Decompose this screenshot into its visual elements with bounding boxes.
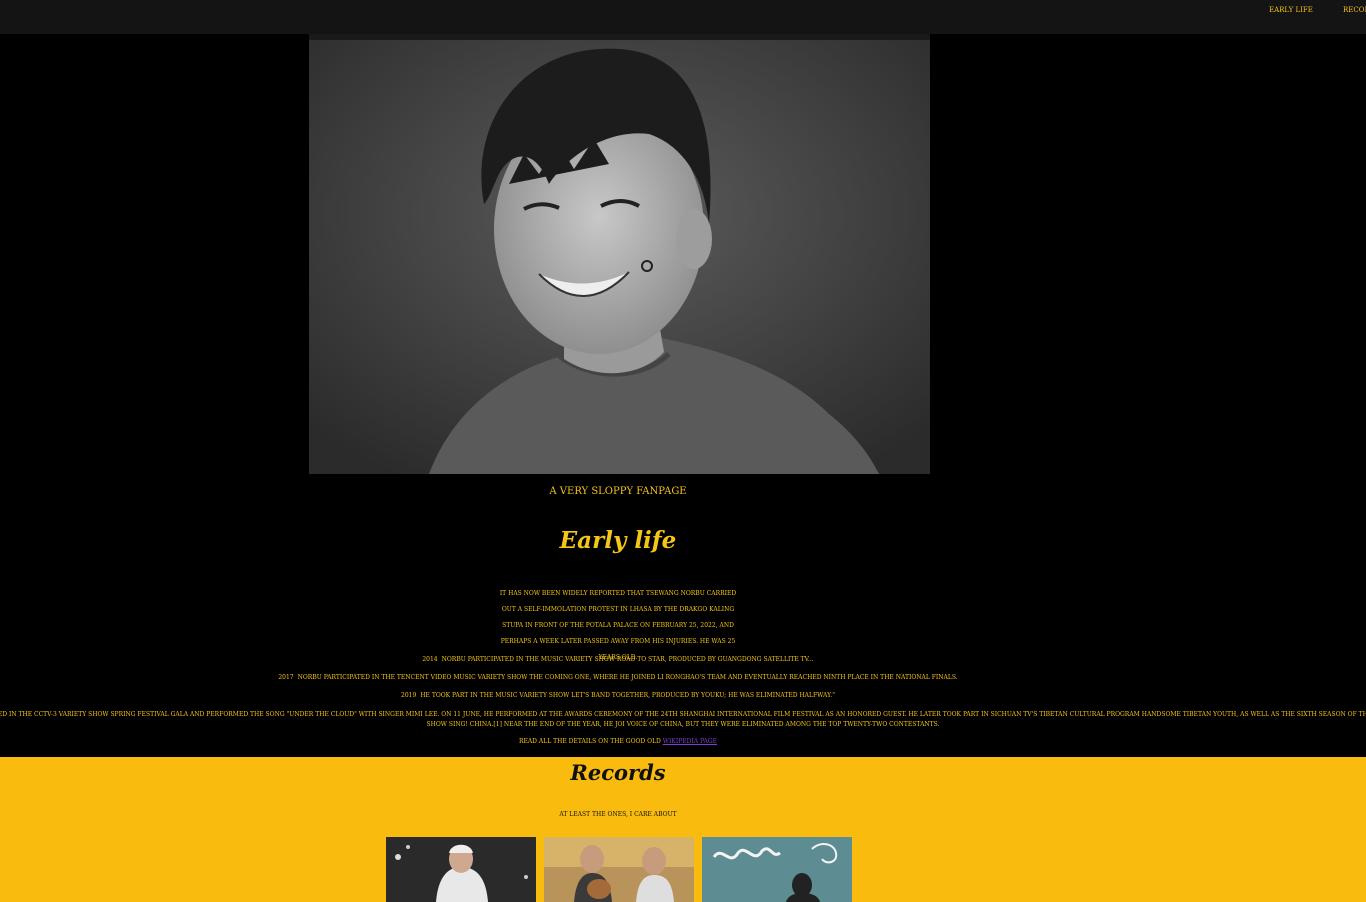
timeline-text: Norbu participated in the Tencent Video …	[297, 674, 958, 681]
fanpage-tagline: A very sloppy fanpage	[549, 486, 687, 497]
wikipedia-link[interactable]: wikipedia page	[663, 738, 717, 745]
timeline-entry-2017: 2017 Norbu participated in the Tencent Vi…	[0, 674, 1236, 681]
record-card-2[interactable]	[544, 837, 694, 902]
record-card-3[interactable]	[702, 837, 852, 902]
early-life-intro: It has now been widely reported that Tse…	[499, 590, 737, 661]
timeline-text: Norbu participated in the music variety …	[441, 656, 814, 663]
timeline-entry-long: articipated in the CCTV-3 variety show S…	[0, 711, 1366, 728]
timeline-entry-2014: 2014 Norbu participated in the music vari…	[0, 656, 1236, 663]
read-more-line: Read all the details on the good old wik…	[0, 738, 1236, 745]
timeline-year: 2019	[401, 692, 417, 699]
records-subtitle: at least the ones, I care about	[559, 811, 677, 818]
early-life-heading: Early life	[559, 527, 677, 554]
record-card-1[interactable]	[386, 837, 536, 902]
records-heading: Records	[570, 760, 666, 785]
nav-link-records[interactable]: Records	[1343, 6, 1366, 14]
read-more-text: Read all the details on the good old	[518, 738, 661, 745]
nav-link-early-life[interactable]: Early life	[1269, 6, 1313, 14]
timeline-entry-2019: 2019 He took part in the music variety sh…	[0, 692, 1236, 699]
timeline-year: 2017	[278, 674, 294, 681]
timeline-year: 2014	[422, 656, 438, 663]
hero-portrait	[309, 34, 930, 474]
top-nav-bar: Early life Records	[0, 0, 1366, 34]
timeline-text: He took part in the music variety show L…	[420, 692, 835, 699]
